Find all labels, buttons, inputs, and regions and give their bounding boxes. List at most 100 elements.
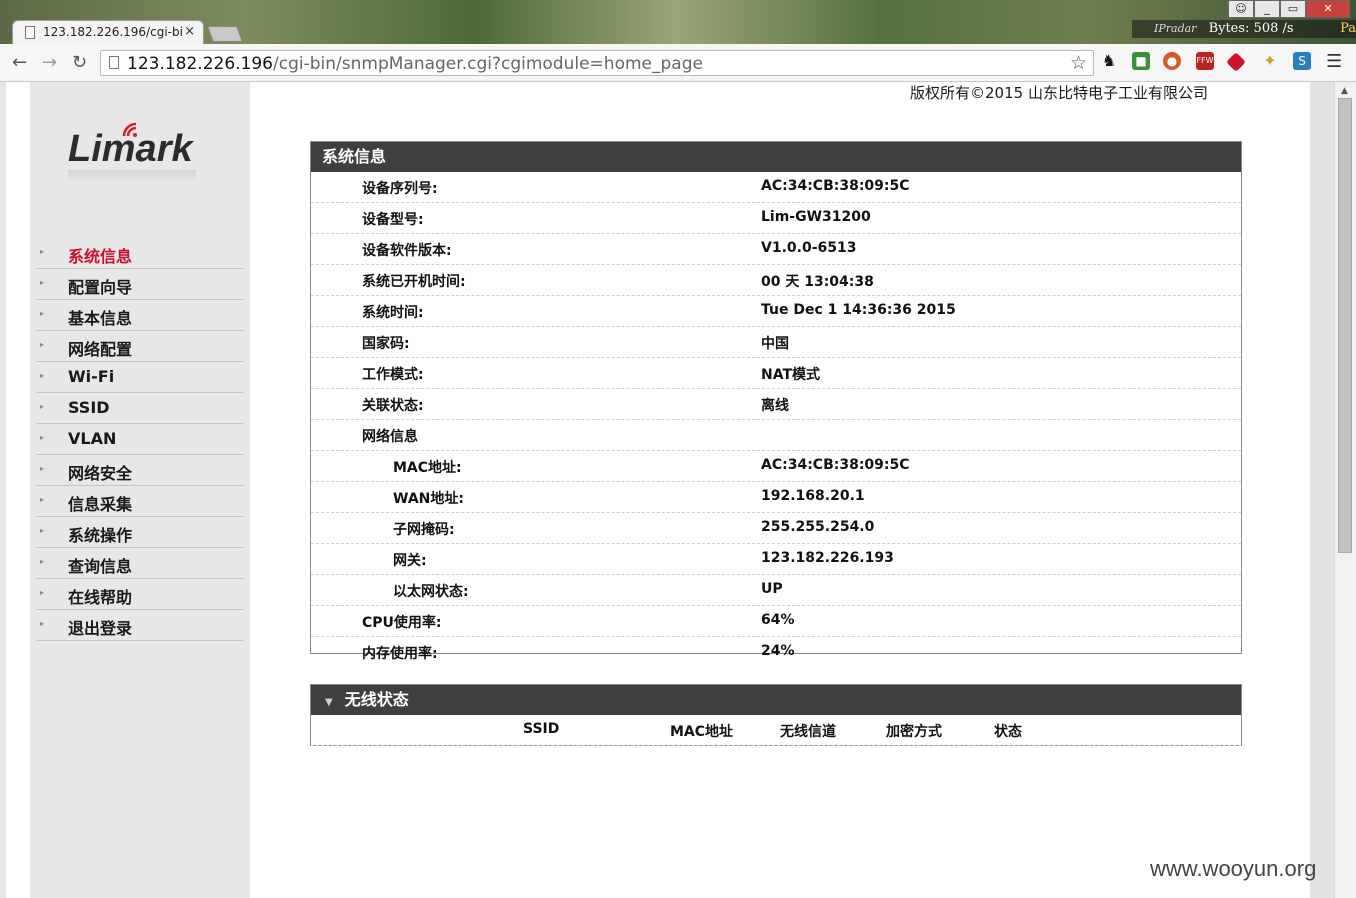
window-controls: ☺ _ ▭ ✕ xyxy=(1228,0,1350,18)
sidebar-item-wifi[interactable]: ▸ Wi-Fi xyxy=(36,362,244,393)
info-label: CPU使用率: xyxy=(362,615,442,631)
info-table: 设备序列号: AC:34:CB:38:09:5C 设备型号: Lim-GW31200 设… xyxy=(311,172,1241,667)
minimize-button[interactable]: _ xyxy=(1254,0,1280,18)
scroll-up-arrow-icon[interactable]: ▲ xyxy=(1341,86,1348,96)
sidebar-menu: ▸ 系统信息 ▸ 配置向导 ▸ 基本信息 ▸ 网络配置 ▸ Wi-Fi ▸ SS… xyxy=(36,238,244,641)
sidebar-item-online-help[interactable]: ▸ 在线帮助 xyxy=(36,579,244,610)
info-label: 内存使用率: xyxy=(362,646,438,662)
column-header-mac: MAC地址 xyxy=(670,724,734,740)
info-row: 系统时间: Tue Dec 1 14:36:36 2015 xyxy=(311,296,1241,327)
back-arrow-icon[interactable]: ← xyxy=(12,52,27,73)
info-label: WAN地址: xyxy=(393,491,464,507)
logo-reflection xyxy=(68,170,196,182)
info-label: 国家码: xyxy=(362,336,410,352)
sidebar-item-label: 信息采集 xyxy=(68,495,133,514)
sidebar-item-config-wizard[interactable]: ▸ 配置向导 xyxy=(36,269,244,300)
bullet-icon: ▸ xyxy=(40,526,45,535)
extension-wand-icon[interactable]: ✦ xyxy=(1261,52,1279,70)
info-value: Lim-GW31200 xyxy=(761,209,871,225)
url-text[interactable]: 123.182.226.196/cgi-bin/snmpManager.cgi?… xyxy=(127,54,703,74)
extension-cookie-icon[interactable]: ● xyxy=(1163,52,1181,70)
sidebar-item-label: VLAN xyxy=(68,429,117,448)
sidebar-item-label: 系统信息 xyxy=(68,247,133,266)
info-row: 以太网状态: UP xyxy=(311,575,1241,606)
new-tab-button[interactable] xyxy=(207,26,243,42)
sidebar-item-logout[interactable]: ▸ 退出登录 xyxy=(36,610,244,641)
sidebar-item-ssid[interactable]: ▸ SSID xyxy=(36,393,244,424)
bullet-icon: ▸ xyxy=(40,495,45,504)
sidebar-item-network-security[interactable]: ▸ 网络安全 xyxy=(36,455,244,486)
sidebar-item-query-info[interactable]: ▸ 查询信息 xyxy=(36,548,244,579)
sidebar-item-network-config[interactable]: ▸ 网络配置 xyxy=(36,331,244,362)
close-tab-icon[interactable]: × xyxy=(184,24,195,39)
bullet-icon: ▸ xyxy=(40,619,45,628)
wireless-status-panel: ▼ 无线状态 SSID MAC地址 无线信道 加密方式 状态 xyxy=(310,684,1242,746)
copyright-text: 版权所有©2015 山东比特电子工业有限公司 xyxy=(910,84,1208,102)
info-label: 设备软件版本: xyxy=(362,243,452,259)
info-value: 255.255.254.0 xyxy=(761,519,875,535)
close-window-button[interactable]: ✕ xyxy=(1306,0,1350,18)
info-label: 网络信息 xyxy=(362,429,418,445)
scrollbar-thumb[interactable] xyxy=(1338,98,1352,553)
watermark: www.wooyun.org xyxy=(1150,856,1317,881)
column-header-encryption: 加密方式 xyxy=(886,724,942,740)
bookmark-star-icon[interactable]: ☆ xyxy=(1070,52,1087,74)
info-row: WAN地址: 192.168.20.1 xyxy=(311,482,1241,513)
extension-green-icon[interactable]: ■ xyxy=(1132,52,1150,70)
forward-arrow-icon[interactable]: → xyxy=(42,52,57,73)
page-icon xyxy=(25,26,35,39)
info-row: 设备软件版本: V1.0.0-6513 xyxy=(311,234,1241,265)
info-label: 子网掩码: xyxy=(393,522,455,538)
tab-title: 123.182.226.196/cgi-bin/snmp xyxy=(43,25,183,39)
extension-ffw-icon[interactable]: FFW xyxy=(1196,52,1214,70)
collapse-caret-icon[interactable]: ▼ xyxy=(325,688,333,718)
info-row: 网络信息 xyxy=(311,420,1241,451)
bullet-icon: ▸ xyxy=(40,340,45,349)
info-label: 系统时间: xyxy=(362,305,424,321)
ipradar-overlay: IPradar Bytes: 508 /s Pa xyxy=(1132,20,1356,38)
browser-tab[interactable]: 123.182.226.196/cgi-bin/snmp × xyxy=(12,20,204,44)
sidebar-item-label: 查询信息 xyxy=(68,557,133,576)
extension-s-icon[interactable]: S xyxy=(1293,52,1311,70)
bullet-icon: ▸ xyxy=(40,402,45,411)
info-label: MAC地址: xyxy=(393,460,462,476)
bullet-icon: ▸ xyxy=(40,309,45,318)
address-bar[interactable]: 123.182.226.196/cgi-bin/snmpManager.cgi?… xyxy=(100,50,1094,76)
bullet-icon: ▸ xyxy=(40,433,45,442)
info-row: 网关: 123.182.226.193 xyxy=(311,544,1241,575)
browser-menu-icon[interactable]: ☰ xyxy=(1326,51,1342,72)
sidebar-item-vlan[interactable]: ▸ VLAN xyxy=(36,424,244,455)
sidebar-item-info-collection[interactable]: ▸ 信息采集 xyxy=(36,486,244,517)
info-row: 内存使用率: 24% xyxy=(311,637,1241,667)
vertical-scrollbar[interactable]: ▲ xyxy=(1334,82,1356,898)
column-header-ssid: SSID xyxy=(523,721,560,737)
maximize-button[interactable]: ▭ xyxy=(1280,0,1306,18)
page-icon xyxy=(109,56,119,69)
column-header-status: 状态 xyxy=(994,724,1022,740)
sidebar-item-label: 在线帮助 xyxy=(68,588,133,607)
sidebar-item-label: 网络配置 xyxy=(68,340,133,359)
info-label: 工作模式: xyxy=(362,367,424,383)
user-icon[interactable]: ☺ xyxy=(1228,0,1254,18)
info-row: 设备序列号: AC:34:CB:38:09:5C xyxy=(311,172,1241,203)
sidebar-item-label: 基本信息 xyxy=(68,309,133,328)
sidebar-item-label: 配置向导 xyxy=(68,278,133,297)
info-value: Tue Dec 1 14:36:36 2015 xyxy=(761,302,956,318)
sidebar-item-basic-info[interactable]: ▸ 基本信息 xyxy=(36,300,244,331)
bullet-icon: ▸ xyxy=(40,371,45,380)
browser-toolbar: ← → ↻ 123.182.226.196/cgi-bin/snmpManage… xyxy=(0,44,1356,82)
wireless-panel-header[interactable]: ▼ 无线状态 xyxy=(311,685,1241,715)
sidebar-item-system-ops[interactable]: ▸ 系统操作 xyxy=(36,517,244,548)
window-titlebar: 123.182.226.196/cgi-bin/snmp × IPradar B… xyxy=(0,0,1356,44)
reload-icon[interactable]: ↻ xyxy=(72,52,87,73)
info-row: MAC地址: AC:34:CB:38:09:5C xyxy=(311,451,1241,482)
info-value: 64% xyxy=(761,612,795,628)
ipradar-logo: IPradar xyxy=(1154,22,1197,35)
info-label: 设备型号: xyxy=(362,212,424,228)
page-viewport: Limark ▸ 系统信息 ▸ 配置向导 ▸ 基本信息 ▸ 网络配置 ▸ Wi-… xyxy=(0,82,1334,898)
bullet-icon: ▸ xyxy=(40,247,45,256)
bullet-icon: ▸ xyxy=(40,588,45,597)
sidebar-item-system-info[interactable]: ▸ 系统信息 xyxy=(36,238,244,269)
extension-bottle-icon[interactable]: ♞ xyxy=(1100,52,1118,70)
sidebar-item-label: 系统操作 xyxy=(68,526,133,545)
